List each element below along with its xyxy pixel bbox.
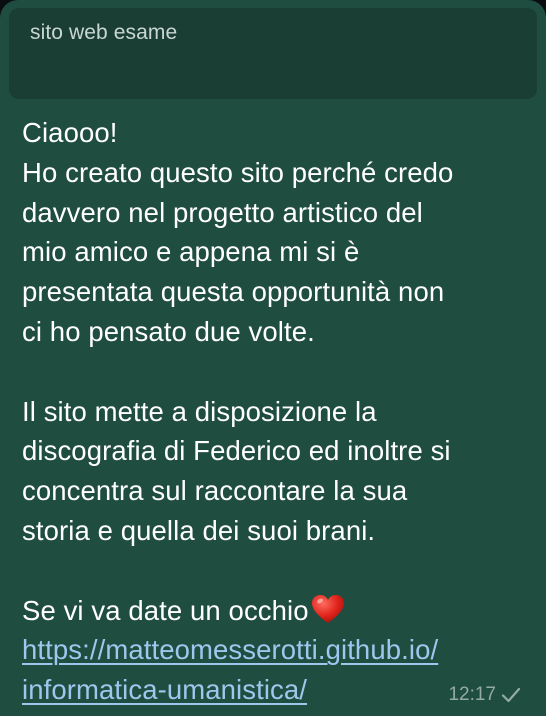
- message-line: concentra sul raccontare la sua: [22, 475, 408, 507]
- message-body: Ciaooo! Ho creato questo sito perché cre…: [22, 113, 534, 710]
- quoted-message[interactable]: sito web esame: [9, 8, 537, 99]
- paragraph-break: [22, 352, 534, 392]
- message-line: Se vi va date un occhio: [22, 594, 309, 626]
- message-time: 12:17: [448, 684, 496, 705]
- message-line: Il sito mette a disposizione la: [22, 395, 377, 427]
- message-meta: 12:17: [448, 684, 522, 706]
- message-line: storia e quella dei suoi brani.: [22, 514, 376, 546]
- message-line: discografia di Federico ed inoltre si: [22, 435, 451, 467]
- message-link-line[interactable]: https://matteomesserotti.github.io/: [22, 630, 534, 670]
- message-line: Ho creato questo sito perché credo: [22, 156, 454, 188]
- message-link[interactable]: informatica-umanistica/: [22, 674, 307, 705]
- message-line: davvero nel progetto artistico del: [22, 196, 423, 228]
- message-line: presentata questa opportunità non: [22, 276, 445, 308]
- message-bubble[interactable]: sito web esame Ciaooo! Ho creato questo …: [0, 0, 546, 716]
- quoted-message-text: sito web esame: [30, 21, 178, 44]
- message-line: Ciaooo!: [22, 117, 118, 148]
- message-line: mio amico e appena mi si è: [22, 236, 360, 268]
- single-check-icon: [501, 687, 521, 703]
- message-link[interactable]: https://matteomesserotti.github.io/: [22, 634, 438, 665]
- message-line-with-emoji: Se vi va date un occhio: [22, 591, 534, 631]
- red-heart-icon: [311, 594, 344, 623]
- message-line: ci ho pensato due volte.: [22, 315, 315, 347]
- paragraph-break: [22, 551, 534, 591]
